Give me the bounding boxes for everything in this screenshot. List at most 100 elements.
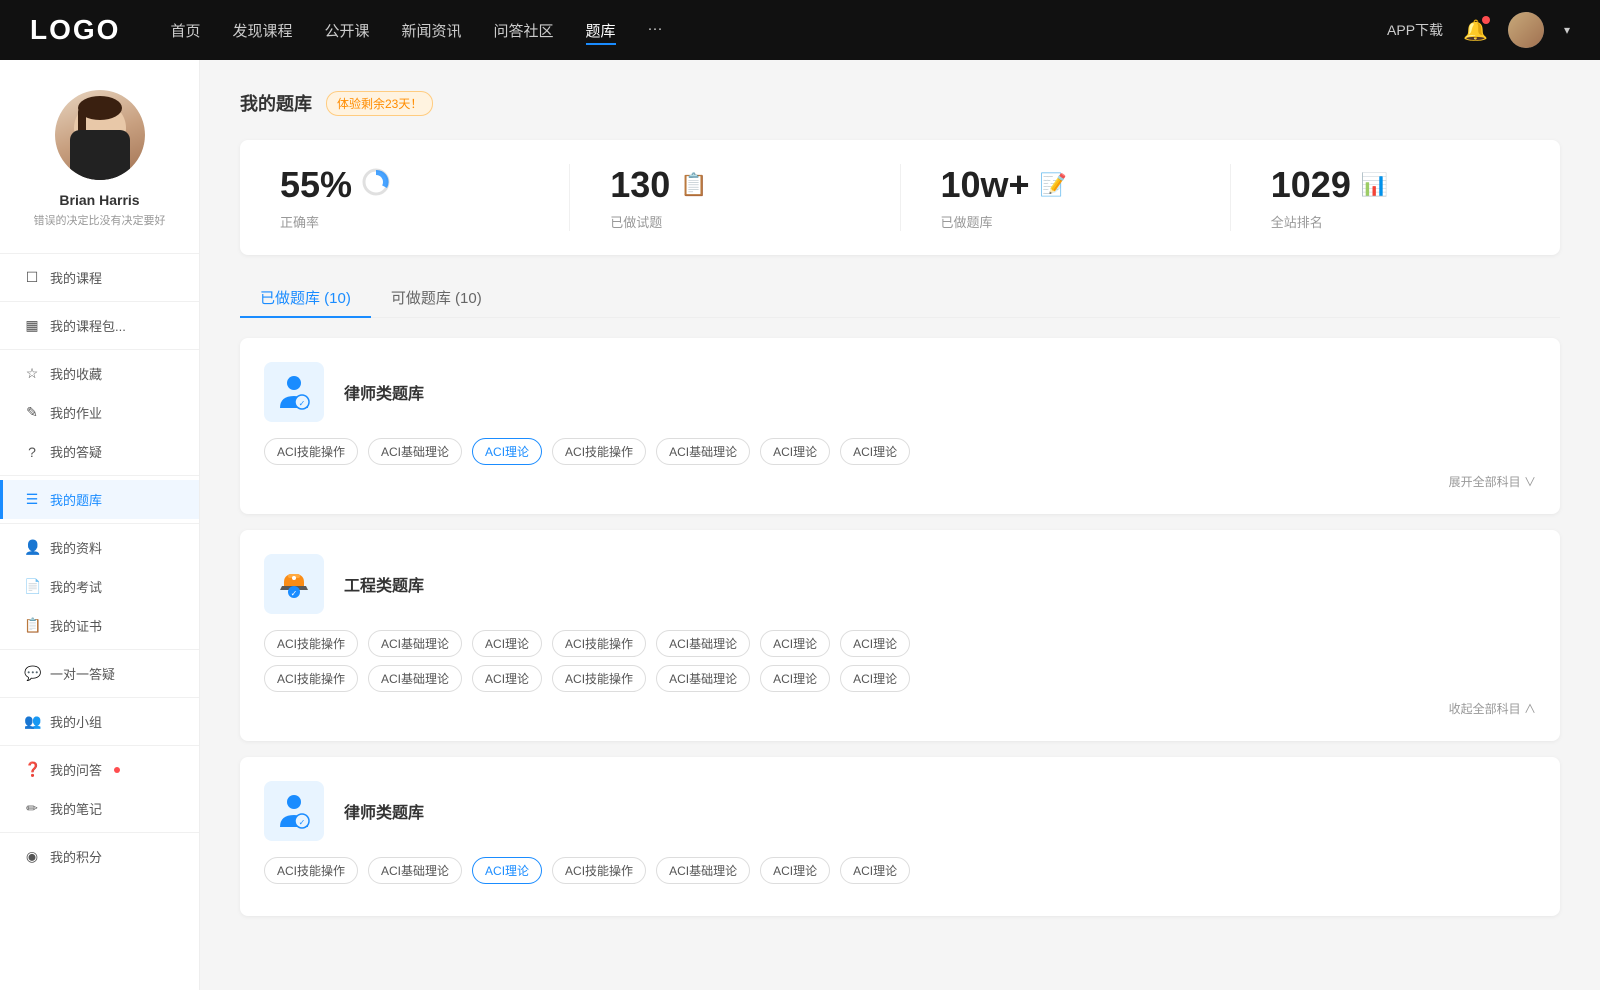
stat-item-2: 10w+📝已做题库	[901, 164, 1231, 231]
tag-1-9[interactable]: ACI理论	[472, 665, 542, 692]
sidebar-item-icon-5: ☰	[24, 491, 40, 508]
sidebar-item-5[interactable]: ☰ 我的题库	[0, 480, 199, 519]
tags-row-1-1: ACI技能操作 ACI基础理论 ACI理论 ACI技能操作 ACI基础理论 ACI理论 AC…	[264, 630, 1536, 657]
sidebar-item-dot-11	[114, 767, 120, 773]
sidebar-item-1[interactable]: ▦我的课程包...	[0, 306, 199, 345]
tag-2-2[interactable]: ACI理论	[472, 857, 542, 884]
sidebar-item-icon-11: ❓	[24, 761, 40, 778]
sidebar-divider	[0, 253, 199, 254]
sidebar-item-4[interactable]: ?我的答疑	[0, 432, 199, 471]
nav-link-公开课[interactable]: 公开课	[324, 16, 369, 45]
nav-link-发现课程[interactable]: 发现课程	[232, 16, 292, 45]
qbank-icon-0: ✓	[264, 362, 324, 422]
sidebar-item-label-1: 我的课程包...	[50, 316, 126, 335]
tag-1-8[interactable]: ACI基础理论	[368, 665, 462, 692]
tag-1-6[interactable]: ACI理论	[840, 630, 910, 657]
sidebar-item-icon-7: 📄	[24, 578, 40, 595]
sidebar-item-10[interactable]: 👥我的小组	[0, 702, 199, 741]
tag-1-4[interactable]: ACI基础理论	[656, 630, 750, 657]
stat-label-2: 已做题库	[941, 212, 993, 231]
svg-text:✓: ✓	[291, 589, 298, 598]
tag-0-1[interactable]: ACI基础理论	[368, 438, 462, 465]
tag-1-5[interactable]: ACI理论	[760, 630, 830, 657]
sidebar-item-0[interactable]: ☐ 我的课程	[0, 258, 199, 297]
tag-0-2[interactable]: ACI理论	[472, 438, 542, 465]
tag-2-0[interactable]: ACI技能操作	[264, 857, 358, 884]
sidebar-item-icon-3: ✎	[24, 404, 40, 421]
tag-1-12[interactable]: ACI理论	[760, 665, 830, 692]
tag-2-1[interactable]: ACI基础理论	[368, 857, 462, 884]
tag-0-5[interactable]: ACI理论	[760, 438, 830, 465]
tag-0-4[interactable]: ACI基础理论	[656, 438, 750, 465]
notification-bell[interactable]: 🔔	[1463, 18, 1488, 43]
tag-0-6[interactable]: ACI理论	[840, 438, 910, 465]
sidebar-item-9[interactable]: 💬 一对一答疑	[0, 654, 199, 693]
tag-1-0[interactable]: ACI技能操作	[264, 630, 358, 657]
sidebar-item-label-3: 我的作业	[50, 403, 102, 422]
expand-link-0[interactable]: 展开全部科目 ∨	[264, 473, 1536, 490]
sidebar-item-label-5: 我的题库	[50, 490, 102, 509]
tag-2-5[interactable]: ACI理论	[760, 857, 830, 884]
sidebar-item-label-13: 我的积分	[50, 847, 102, 866]
sidebar-item-icon-9: 💬	[24, 665, 40, 682]
stat-label-1: 已做试题	[610, 212, 662, 231]
sidebar-item-11[interactable]: ❓ 我的问答	[0, 750, 199, 789]
app-download-link[interactable]: APP下载	[1387, 20, 1443, 40]
tag-2-3[interactable]: ACI技能操作	[552, 857, 646, 884]
tag-1-1[interactable]: ACI基础理论	[368, 630, 462, 657]
sidebar-item-label-9: 一对一答疑	[50, 664, 115, 683]
sidebar-item-6[interactable]: 👤我的资料	[0, 528, 199, 567]
sidebar-avatar	[55, 90, 145, 180]
trial-badge: 体验剩余23天！	[326, 91, 433, 116]
tab-1[interactable]: 可做题库 (10)	[371, 279, 502, 318]
qbank-title-1: 工程类题库	[344, 572, 424, 596]
tag-1-7[interactable]: ACI技能操作	[264, 665, 358, 692]
nav-link-题库[interactable]: 题库	[586, 16, 616, 45]
tag-0-3[interactable]: ACI技能操作	[552, 438, 646, 465]
sidebar-item-3[interactable]: ✎ 我的作业	[0, 393, 199, 432]
sidebar-item-12[interactable]: ✏ 我的笔记	[0, 789, 199, 828]
sidebar-item-label-8: 我的证书	[50, 616, 102, 635]
tag-2-6[interactable]: ACI理论	[840, 857, 910, 884]
tags-row-0: ACI技能操作 ACI基础理论 ACI理论 ACI技能操作 ACI基础理论 ACI理论 AC…	[264, 438, 1536, 465]
tag-1-10[interactable]: ACI技能操作	[552, 665, 646, 692]
sidebar-item-label-0: 我的课程	[50, 268, 102, 287]
chevron-down-icon[interactable]: ▾	[1564, 23, 1570, 37]
tag-1-11[interactable]: ACI基础理论	[656, 665, 750, 692]
expand-link-1[interactable]: 收起全部科目 ∧	[264, 700, 1536, 717]
nav-link-首页[interactable]: 首页	[170, 16, 200, 45]
tab-0[interactable]: 已做题库 (10)	[240, 279, 371, 318]
tag-1-13[interactable]: ACI理论	[840, 665, 910, 692]
qbank-card-2: ✓ 律师类题库ACI技能操作ACI基础理论ACI理论ACI技能操作ACI基础理论…	[240, 757, 1560, 916]
page-header: 我的题库 体验剩余23天！	[240, 90, 1560, 116]
sidebar-item-label-7: 我的考试	[50, 577, 102, 596]
nav-logo: LOGO	[30, 14, 120, 46]
tag-1-3[interactable]: ACI技能操作	[552, 630, 646, 657]
sidebar-item-label-12: 我的笔记	[50, 799, 102, 818]
sidebar-divider	[0, 745, 199, 746]
sidebar-item-13[interactable]: ◉我的积分	[0, 837, 199, 876]
sidebar-motto: 错误的决定比没有决定要好	[14, 214, 186, 229]
stat-value-0: 55%	[280, 164, 352, 206]
sidebar-divider	[0, 832, 199, 833]
tag-2-4[interactable]: ACI基础理论	[656, 857, 750, 884]
sidebar-item-label-11: 我的问答	[50, 760, 102, 779]
tag-1-2[interactable]: ACI理论	[472, 630, 542, 657]
nav-link-···[interactable]: ···	[648, 16, 663, 45]
avatar[interactable]	[1508, 12, 1544, 48]
tag-0-0[interactable]: ACI技能操作	[264, 438, 358, 465]
sidebar-item-icon-12: ✏	[24, 800, 40, 817]
sidebar-item-icon-0: ☐	[24, 269, 40, 286]
sidebar-item-label-4: 我的答疑	[50, 442, 102, 461]
sidebar-item-8[interactable]: 📋我的证书	[0, 606, 199, 645]
page-title: 我的题库	[240, 90, 312, 116]
sidebar-item-2[interactable]: ☆我的收藏	[0, 354, 199, 393]
sidebar-item-7[interactable]: 📄 我的考试	[0, 567, 199, 606]
svg-text:✓: ✓	[299, 818, 306, 827]
sidebar-divider	[0, 523, 199, 524]
avatar-image	[55, 90, 145, 180]
stat-value-2: 10w+	[941, 164, 1030, 206]
nav-link-新闻资讯[interactable]: 新闻资讯	[402, 16, 462, 45]
nav-link-问答社区[interactable]: 问答社区	[494, 16, 554, 45]
stat-label-3: 全站排名	[1271, 212, 1323, 231]
